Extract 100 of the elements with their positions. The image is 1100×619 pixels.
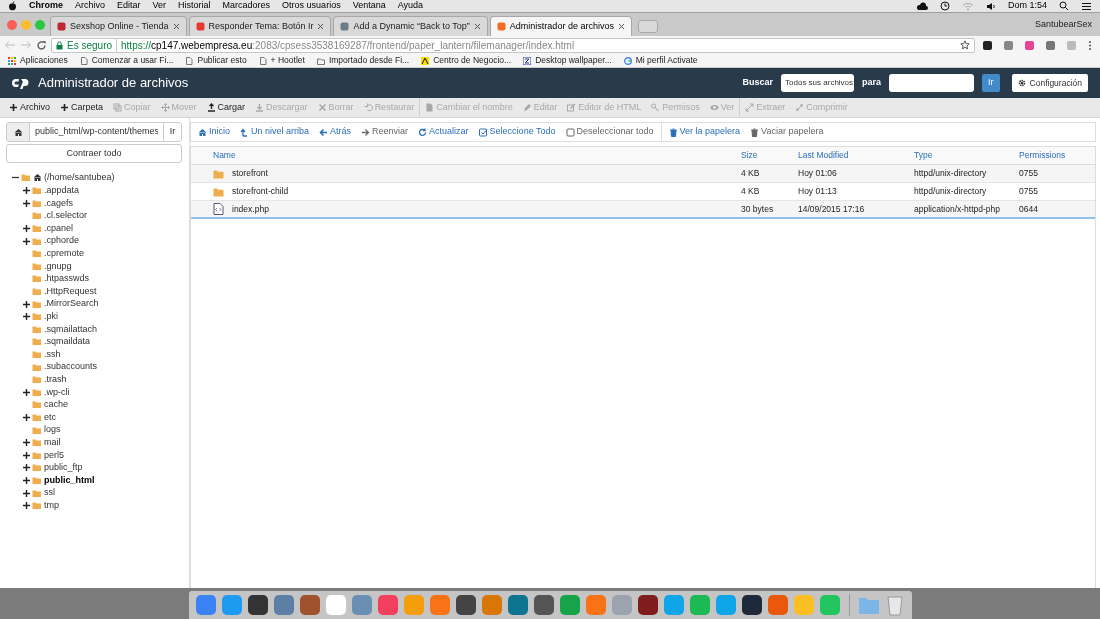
plus-icon[interactable] [23,300,30,308]
browser-tab[interactable]: Administrador de archivos [489,16,632,36]
browser-tab[interactable]: Add a Dynamic “Back to Top” [333,16,488,36]
menu-bar-item[interactable]: Ayuda [397,0,424,13]
bookmark-link[interactable]: Importado desde Fi... [328,54,410,67]
collapse-all-button[interactable]: Contraer todo [6,144,182,163]
plus-icon[interactable] [23,502,30,510]
plus-icon[interactable] [23,439,30,447]
toolbar-button[interactable]: Cargar [206,100,246,115]
menu-bar-item[interactable]: Otros usuarios [282,0,341,13]
menu-bar-item[interactable]: Historial [178,0,211,13]
apple-icon[interactable] [8,1,17,11]
column-header[interactable]: Type [914,149,1019,162]
tree-item[interactable]: .HttpRequest [44,284,97,299]
extension-icon[interactable] [982,39,993,51]
tree-item[interactable]: .subaccounts [44,360,98,374]
menu-bar-item[interactable]: Ventana [352,0,386,13]
speaker-icon[interactable] [985,1,996,11]
tree-item[interactable]: .appdata [44,184,80,198]
reload-icon[interactable] [36,39,47,51]
settings-button[interactable]: Configuración [1011,74,1088,92]
menu-bar-clock[interactable]: Dom 1:54 [1007,0,1047,13]
menu-bar-app-name[interactable]: Chrome [29,0,63,13]
nav-link[interactable]: Inicio [198,125,230,139]
tree-item[interactable]: ssl [44,486,55,500]
app-icon[interactable] [532,594,555,616]
tree-item[interactable]: .cpremote [44,247,85,261]
close-icon[interactable] [317,23,325,30]
plus-icon[interactable] [23,414,30,421]
plus-icon[interactable] [23,225,30,233]
column-header[interactable]: Name [191,149,741,162]
nav-link[interactable]: Actualizar [418,125,469,139]
browser-tab[interactable]: Responder Tema: Botón Ir [188,16,332,36]
tree-item[interactable]: .gnupg [44,259,72,274]
tree-item[interactable]: (/home/santubea) [44,171,115,185]
tree-item[interactable]: cache [44,398,69,412]
bookmark-link[interactable]: Comenzar a usar Fi... [91,54,174,67]
menu-bar-item[interactable]: Editar [117,0,141,13]
plus-icon[interactable] [23,464,30,472]
bookmark-link[interactable]: Mi perfil Activate [635,54,698,67]
star-icon[interactable] [960,40,970,50]
nav-link[interactable]: Atrás [319,125,352,139]
toolbar-button[interactable]: Archivo [9,100,50,115]
app-icon[interactable] [740,594,763,616]
search-icon[interactable] [1059,1,1069,11]
tree-item[interactable]: .cagefs [44,196,74,211]
tree-item[interactable]: tmp [44,498,59,513]
nav-link[interactable]: Seleccione Todo [478,125,556,139]
bookmark-link[interactable]: Centro de Negocio... [433,54,512,67]
close-icon[interactable] [617,23,625,30]
app-icon[interactable] [246,594,269,616]
tree-item[interactable]: mail [44,435,61,450]
tree-item[interactable]: .ssh [44,347,61,362]
app-icon[interactable] [454,594,477,616]
tree-item[interactable]: .cl.selector [44,209,87,223]
tree-item[interactable]: .cpanel [44,221,74,236]
plus-icon[interactable] [23,489,30,497]
plus-icon[interactable] [23,199,30,207]
profile-name[interactable]: SantubearSex [1034,17,1092,32]
column-header[interactable]: Size [741,149,798,162]
bookmark-link[interactable]: Publicar esto [197,54,247,67]
cloud-icon[interactable] [915,1,928,11]
close-icon[interactable] [473,23,481,30]
plus-icon[interactable] [23,451,30,459]
app-icon[interactable] [636,594,659,616]
tree-item[interactable]: .htpasswds [44,272,90,286]
tree-item[interactable]: logs [44,423,61,437]
nav-link[interactable]: Ver la papelera [668,125,741,139]
list-icon[interactable] [1081,1,1092,11]
address-bar[interactable]: Es seguro https://cp147.webempresa.eu:2083/cpsess3538169287/frontend/paper_lantern/filemanager/index.html [51,37,975,53]
menu-bar-item[interactable]: Marcadores [222,0,271,13]
tree-item[interactable]: public_html [44,473,95,488]
more-menu-icon[interactable] [1088,39,1092,51]
column-header[interactable]: Permissions [1019,149,1095,162]
scope-dropdown[interactable]: Todos sus archivos [781,74,855,92]
search-go-button[interactable]: Ir [982,74,1000,92]
browser-tab[interactable]: Sexshop Online - Tienda [50,16,187,36]
close-icon[interactable] [172,23,180,30]
bookmark-link[interactable]: + Hootlet [270,54,305,67]
tree-item[interactable]: etc [44,410,56,425]
tree-item[interactable]: .sqmailattach [44,322,98,337]
tree-item[interactable]: .sqmaildata [44,335,91,349]
path-field[interactable]: public_html/wp-content/themes [30,122,163,142]
plus-icon[interactable] [23,388,30,396]
bookmark-link[interactable]: Desktop wallpaper... [535,54,612,67]
clock-icon[interactable] [939,1,950,11]
tree-item[interactable]: .trash [44,372,67,387]
plus-icon[interactable] [23,237,30,245]
path-go-button[interactable]: Ir [163,122,182,142]
column-header[interactable]: Last Modified [798,149,914,162]
toolbar-button[interactable]: Carpeta [60,100,104,115]
tree-item[interactable]: .MirrorSearch [44,297,99,311]
search-field[interactable] [889,74,975,92]
tree-item[interactable]: .pki [44,310,58,324]
plus-icon[interactable] [23,476,30,484]
bookmark-link[interactable]: Aplicaciones [20,54,68,67]
menu-bar-item[interactable]: Archivo [75,0,106,13]
tree-item[interactable]: .wp-cli [44,385,70,400]
tree-item[interactable]: perl5 [44,448,64,462]
plus-icon[interactable] [23,187,30,195]
